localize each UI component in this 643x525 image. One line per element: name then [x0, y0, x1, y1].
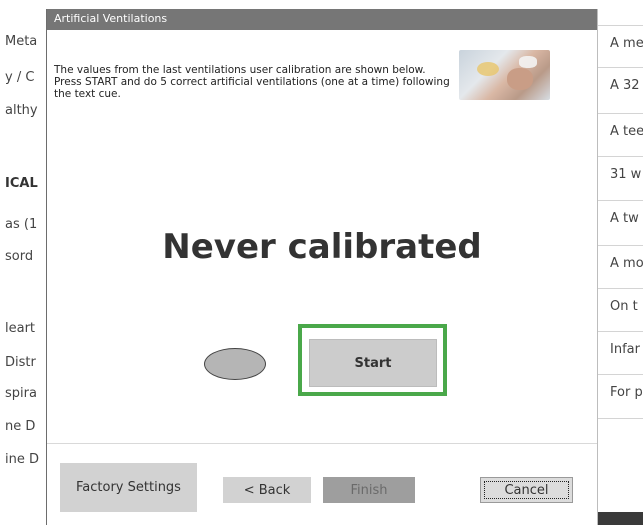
- bg-right-list-item: A mo: [598, 245, 643, 283]
- bg-left-row: leart: [5, 321, 36, 336]
- bg-right-list-item: 31 w: [598, 156, 643, 194]
- footer-divider: [47, 443, 597, 444]
- bg-right-item-text: A tee: [610, 124, 643, 139]
- start-button[interactable]: Start: [309, 339, 437, 387]
- bg-left-row: ine D: [5, 452, 39, 467]
- instructions-text: The values from the last ventilations us…: [54, 64, 450, 100]
- background-left-panel: Meta y / C althy ICAL as (1 sord leart D…: [0, 0, 46, 525]
- bg-right-list-item: A tw: [598, 200, 643, 238]
- bg-right-item-text: 31 w: [610, 167, 642, 182]
- bg-right-list-item: A 32: [598, 67, 643, 105]
- background-right-panel: A me A 32 A tee 31 w A tw A mo On t Infa…: [598, 0, 643, 525]
- bg-left-row: sord: [5, 249, 34, 264]
- bg-left-row: as (1: [5, 217, 38, 232]
- artificial-ventilations-dialog: Artificial Ventilations The values from …: [46, 9, 598, 525]
- ventilation-indicator: [204, 348, 266, 380]
- bg-left-row: Meta: [5, 34, 38, 49]
- finish-button[interactable]: Finish: [323, 477, 415, 503]
- bg-left-row: althy: [5, 103, 38, 118]
- factory-settings-button[interactable]: Factory Settings: [60, 463, 197, 512]
- bg-left-row: y / C: [5, 70, 35, 85]
- bg-right-list-item: On t: [598, 288, 643, 326]
- bg-right-item-text: Infar: [610, 342, 640, 357]
- dialog-title: Artificial Ventilations: [54, 12, 168, 25]
- bg-right-item-text: A me: [610, 36, 643, 51]
- dialog-titlebar[interactable]: Artificial Ventilations: [47, 9, 597, 30]
- ventilation-photo: [459, 50, 550, 100]
- bg-left-row: ne D: [5, 419, 36, 434]
- bg-right-item-text: A tw: [610, 211, 639, 226]
- bg-right-list-item: For p: [598, 374, 643, 412]
- bg-right-list-item: [598, 418, 643, 456]
- bg-left-row: Distr: [5, 355, 36, 370]
- bg-left-row: spira: [5, 386, 37, 401]
- bg-right-footer-bar: [598, 512, 643, 525]
- back-button[interactable]: < Back: [223, 477, 311, 503]
- bg-right-item-text: A 32: [610, 78, 640, 93]
- bg-right-item-text: For p: [610, 385, 643, 400]
- bg-right-list-item: A me: [598, 25, 643, 63]
- cancel-button[interactable]: Cancel: [480, 477, 573, 503]
- calibration-status: Never calibrated: [162, 227, 482, 267]
- focus-rectangle: [484, 481, 569, 499]
- bg-right-item-text: On t: [610, 299, 638, 314]
- bg-left-row: ICAL: [5, 176, 38, 191]
- bg-right-list-item: A tee: [598, 113, 643, 151]
- bg-right-item-text: A mo: [610, 256, 643, 271]
- bg-right-list-item: Infar: [598, 331, 643, 369]
